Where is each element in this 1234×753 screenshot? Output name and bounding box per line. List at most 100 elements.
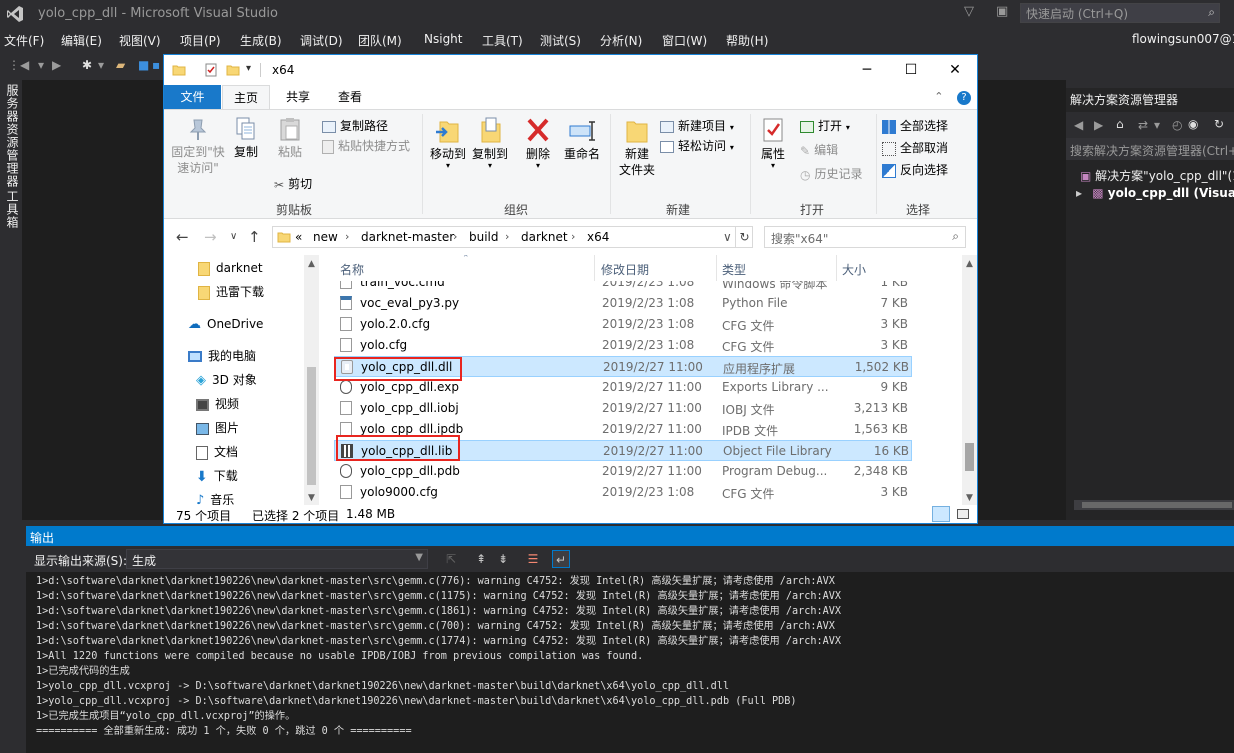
breadcrumb-chevron-icon[interactable]: › — [345, 230, 349, 243]
menu-edit[interactable]: 编辑(E) — [61, 32, 102, 49]
breadcrumb-chevron-icon[interactable]: › — [453, 230, 457, 243]
new-project-icon[interactable]: ✱ — [82, 58, 92, 72]
tab-view[interactable]: 查看 — [328, 85, 372, 110]
toolbox-tab[interactable]: 工具箱 — [4, 190, 21, 229]
forward-icon[interactable]: ▶ — [1094, 118, 1103, 132]
menu-file[interactable]: 文件(F) — [4, 32, 44, 49]
nav-item-music[interactable]: ♪音乐 — [196, 489, 234, 505]
tab-file[interactable]: 文件 — [164, 85, 221, 109]
menu-team[interactable]: 团队(M) — [358, 32, 402, 49]
go-to-line-icon[interactable]: ⇱ — [442, 550, 460, 568]
breadcrumb-chevron-icon[interactable]: › — [505, 230, 509, 243]
table-row[interactable]: voc_eval_py3.py 2019/2/23 1:08 Python Fi… — [334, 293, 912, 314]
address-bar[interactable]: « new › darknet-master › build › darknet… — [272, 226, 753, 248]
scroll-up-icon[interactable]: ▲ — [966, 259, 973, 269]
project-node[interactable]: ▸ ▩ yolo_cpp_dll (Visua — [1076, 186, 1234, 200]
output-source-select[interactable]: 生成 ▼ — [126, 549, 428, 569]
table-row[interactable]: yolo.2.0.cfg 2019/2/23 1:08 CFG 文件 3 KB — [334, 314, 912, 335]
menu-help[interactable]: 帮助(H) — [726, 32, 768, 49]
menu-debug[interactable]: 调试(D) — [300, 32, 343, 49]
signed-in-user[interactable]: flowingsun007@1 — [1132, 32, 1234, 46]
nav-item-videos[interactable]: 视频 — [196, 393, 239, 415]
globe-icon[interactable]: ◉ — [1188, 117, 1198, 131]
menu-build[interactable]: 生成(B) — [240, 32, 282, 49]
back-icon[interactable]: ◀ — [20, 58, 29, 72]
quick-launch-input[interactable]: 快速启动 (Ctrl+Q) ⌕ — [1020, 3, 1220, 23]
output-text[interactable]: 1>d:\software\darknet\darknet190226\new\… — [26, 572, 1234, 753]
breadcrumb-darknet[interactable]: darknet — [521, 230, 568, 244]
table-row[interactable]: yolo_cpp_dll.pdb 2019/2/27 11:00 Program… — [334, 461, 912, 482]
menu-window[interactable]: 窗口(W) — [662, 32, 707, 49]
history-button[interactable]: ◷历史记录 — [800, 164, 863, 184]
nav-item-this-pc[interactable]: 我的电脑 — [188, 345, 256, 367]
breadcrumb-new[interactable]: new — [313, 230, 338, 244]
notification-filter-icon[interactable]: ▽ — [964, 4, 978, 18]
new-item-button[interactable]: 新建项目 ▾ — [660, 116, 734, 136]
pin-to-quick-access-button[interactable]: 固定到"快 速访问" — [170, 116, 226, 176]
copy-path-button[interactable]: 复制路径 — [322, 116, 388, 136]
menu-tools[interactable]: 工具(T) — [482, 32, 523, 49]
up-arrow-icon[interactable]: ↑ — [248, 228, 261, 246]
server-explorer-tab[interactable]: 服务器资源管理器 — [4, 84, 21, 188]
nav-item-3d-objects[interactable]: ◈3D 对象 — [196, 369, 257, 391]
tab-share[interactable]: 共享 — [276, 85, 320, 110]
chevron-down-icon[interactable]: ▾ — [1154, 118, 1160, 132]
menu-nsight[interactable]: Nsight — [424, 32, 463, 46]
scrollbar-thumb[interactable] — [1082, 502, 1232, 508]
move-to-button[interactable]: 移动到 ▾ — [428, 116, 468, 170]
solution-search-input[interactable]: 搜索解决方案资源管理器(Ctrl+ — [1066, 138, 1234, 160]
nav-item-documents[interactable]: 文档 — [196, 441, 238, 463]
scroll-down-icon[interactable]: ▼ — [308, 493, 315, 503]
open-folder-icon[interactable]: ▰ — [116, 58, 125, 72]
forward-icon[interactable]: ▶ — [52, 58, 61, 72]
back-icon[interactable]: ◀ — [1074, 118, 1083, 132]
word-wrap-icon[interactable]: ↵ — [552, 550, 570, 568]
quick-access-dropdown-icon[interactable]: ▾ — [246, 63, 260, 77]
breadcrumb-chevron-icon[interactable]: › — [571, 230, 575, 243]
chevron-down-icon[interactable]: ▾ — [38, 58, 44, 72]
easy-access-button[interactable]: 轻松访问 ▾ — [660, 136, 734, 156]
scroll-up-icon[interactable]: ▲ — [308, 259, 315, 269]
minimize-button[interactable]: ─ — [852, 59, 882, 81]
tab-home[interactable]: 主页 — [222, 85, 270, 110]
menu-analyze[interactable]: 分析(N) — [600, 32, 642, 49]
large-icons-view-button[interactable] — [954, 506, 972, 522]
scroll-down-icon[interactable]: ▼ — [966, 493, 973, 503]
search-input[interactable]: 搜索"x64" ⌕ — [764, 226, 966, 248]
edit-button[interactable]: ✎编辑 — [800, 140, 838, 160]
nav-item-onedrive[interactable]: ☁OneDrive — [188, 313, 263, 335]
scrollbar-thumb[interactable] — [965, 443, 974, 471]
nav-item-downloads[interactable]: ⬇下载 — [196, 465, 238, 487]
breadcrumb-x64[interactable]: x64 — [587, 230, 609, 244]
paste-shortcut-button[interactable]: 粘贴快捷方式 — [322, 136, 410, 156]
nav-item-xunlei[interactable]: 迅雷下载 — [198, 281, 264, 303]
table-row[interactable]: yolo9000.cfg 2019/2/23 1:08 CFG 文件 3 KB — [334, 482, 912, 503]
help-icon[interactable]: ? — [957, 91, 971, 105]
details-view-button[interactable] — [932, 506, 950, 522]
collapse-ribbon-icon[interactable]: ⌃ — [934, 90, 943, 103]
table-row[interactable]: train_voc.cmd 2019/2/23 1:08 Windows 命令脚… — [334, 272, 912, 293]
close-button[interactable]: ✕ — [940, 59, 970, 81]
back-arrow-icon[interactable]: ← — [176, 228, 189, 246]
feedback-icon[interactable]: ▣ — [996, 4, 1008, 19]
refresh-icon[interactable]: ↻ — [735, 226, 753, 248]
menu-project[interactable]: 项目(P) — [180, 32, 221, 49]
chevron-down-icon[interactable]: ∨ — [723, 230, 732, 244]
copy-to-button[interactable]: 复制到 ▾ — [470, 116, 510, 170]
scrollbar-thumb[interactable] — [307, 367, 316, 485]
save-icon[interactable]: ■ — [138, 58, 149, 72]
rename-button[interactable]: 重命名 — [560, 116, 604, 162]
select-all-button[interactable]: 全部选择 — [882, 116, 948, 136]
nav-item-pictures[interactable]: 图片 — [196, 417, 239, 439]
maximize-button[interactable]: ☐ — [896, 59, 926, 81]
clear-all-icon[interactable]: ☰ — [524, 550, 542, 568]
menu-test[interactable]: 测试(S) — [540, 32, 581, 49]
next-message-icon[interactable]: ⇟ — [494, 550, 512, 568]
refresh-icon[interactable]: ↻ — [1214, 117, 1224, 131]
table-row[interactable]: yolo_cpp_dll.iobj 2019/2/27 11:00 IOBJ 文… — [334, 398, 912, 419]
breadcrumb-darknet-master[interactable]: darknet-master — [361, 230, 454, 244]
previous-message-icon[interactable]: ⇞ — [472, 550, 490, 568]
open-button[interactable]: 打开 ▾ — [800, 116, 850, 136]
delete-button[interactable]: 删除 ▾ — [522, 116, 554, 170]
nav-item-darknet[interactable]: darknet — [198, 257, 263, 279]
